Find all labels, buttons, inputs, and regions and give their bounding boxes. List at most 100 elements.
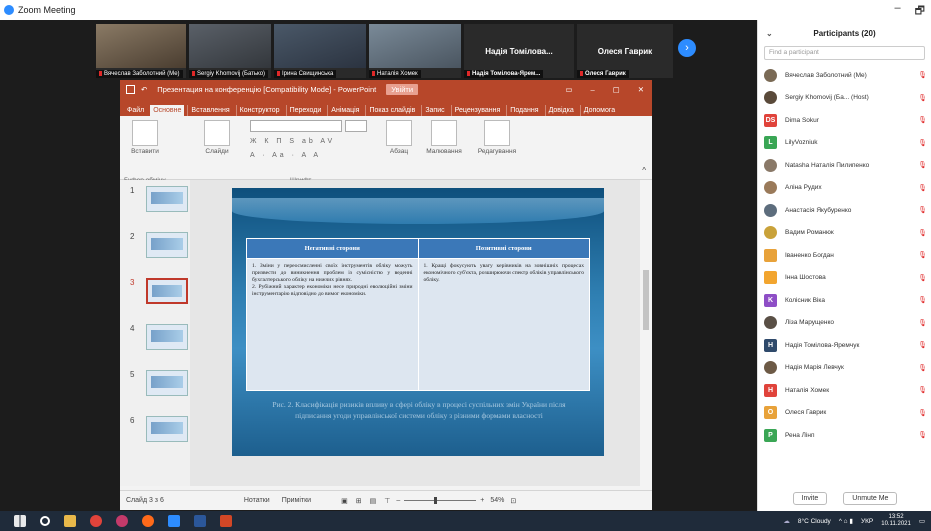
tab-review[interactable]: Рецензування [450,105,504,116]
slideshow-icon[interactable]: ⊤ [384,497,390,505]
zoom-out-icon[interactable]: – [396,497,400,504]
find-icon[interactable] [484,120,510,146]
video-tile[interactable]: Наталія Хомек [369,24,461,78]
zoom-taskbar-icon[interactable] [168,515,180,527]
next-page-icon[interactable]: › [678,39,696,57]
comments-button[interactable]: Примітки [282,497,311,504]
current-slide[interactable]: Негативні сторони Позитивні сторони 1. З… [232,188,604,456]
reading-view-icon[interactable]: ▤ [370,497,377,505]
participant-row[interactable]: Вадим Романюк 🎙 [758,222,931,245]
participant-row[interactable]: Sergiy Khomovij (Ба... (Host) 🎙 [758,87,931,110]
video-tile[interactable]: Ірина Свищинська [274,24,366,78]
tab-record[interactable]: Запис [421,105,447,116]
tab-view[interactable]: Подання [506,105,541,116]
save-icon[interactable] [126,85,135,94]
file-explorer-icon[interactable] [64,515,76,527]
participant-row[interactable]: Ліза Марущенко 🎙 [758,312,931,335]
participant-video [96,24,186,68]
video-tile[interactable]: Вячеслав Заболотний (Ме) [96,24,186,78]
fit-slide-icon[interactable]: ⊡ [510,497,516,505]
participant-row[interactable]: Інна Шостова 🎙 [758,267,931,290]
tab-transitions[interactable]: Переходи [285,105,325,116]
paragraph-icon[interactable] [386,120,412,146]
format-buttons[interactable]: Ж К П S ab AV [250,138,335,145]
slide-table[interactable]: Негативні сторони Позитивні сторони 1. З… [246,238,590,391]
editing-group[interactable]: Редагування [472,120,522,155]
restore-icon[interactable]: ▢ [613,85,620,94]
format-buttons-2[interactable]: A · Aa · A A [250,152,321,159]
shapes-icon[interactable] [431,120,457,146]
participant-row[interactable]: Вячеслав Заболотний (Me) 🎙 [758,64,931,87]
drawing-group[interactable]: Малювання [422,120,466,155]
paste-group[interactable]: Вставити [128,120,162,155]
paragraph-group[interactable]: Абзац [382,120,416,155]
collapse-chevron-icon[interactable]: ⌄ [766,29,773,38]
tab-design[interactable]: Конструктор [235,105,283,116]
font-name-select[interactable] [250,120,342,132]
close-icon[interactable]: ✕ [638,85,644,94]
tab-file[interactable]: Файл [124,105,147,116]
video-tile[interactable]: Олеся Гаврик Олеся Гаврик [577,24,673,78]
video-tile[interactable]: Надія Томілова... Надія Томілова-Ярем... [464,24,574,78]
tab-slideshow[interactable]: Показ слайдів [365,105,418,116]
powerpoint-icon[interactable] [220,515,232,527]
normal-view-icon[interactable]: ▣ [341,497,348,505]
participant-row[interactable]: Іваненко Богдан 🎙 [758,244,931,267]
avatar [764,91,777,105]
participant-row[interactable]: K Колісник Віка 🎙 [758,289,931,312]
word-icon[interactable] [194,515,206,527]
search-icon[interactable] [40,516,50,526]
participant-row[interactable]: P Рена Лінп 🎙 [758,424,931,447]
minimize-icon[interactable]: – [590,85,594,94]
participant-search-input[interactable]: Find a participant [764,46,925,60]
tab-animations[interactable]: Анімація [327,105,362,116]
clock[interactable]: 13:52 10.11.2021 [881,514,911,527]
video-tile[interactable]: Sergiy Khomovij (Батько) [189,24,271,78]
tab-tell-me[interactable]: Допомога [579,105,618,116]
minimize-button[interactable]: – [895,2,901,21]
unmute-me-button[interactable]: Unmute Me [843,492,898,505]
notes-button[interactable]: Нотатки [244,497,270,504]
language-indicator[interactable]: УКР [861,518,873,525]
participant-row[interactable]: Анастасія Якубуренко 🎙 [758,199,931,222]
signin-button[interactable]: Увійти [386,84,419,95]
invite-button[interactable]: Invite [792,492,828,505]
browser-icon[interactable] [116,515,128,527]
font-size-select[interactable] [345,120,367,132]
participant-row[interactable]: DS Dima Sokur 🎙 [758,109,931,132]
tab-home[interactable]: Основне [150,105,185,116]
zoom-level[interactable]: 54% [490,497,504,504]
zoom-slider[interactable] [404,497,477,504]
weather-icon[interactable]: ☁ [783,517,790,525]
maximize-button[interactable]: 🗗 [915,2,925,21]
participant-row[interactable]: Надія Марія Левчук 🎙 [758,357,931,380]
participant-name: Інна Шостова [785,274,826,282]
scroll-thumb[interactable] [643,270,649,330]
chrome-icon[interactable] [90,515,102,527]
collapse-ribbon-icon[interactable]: ^ [642,166,646,175]
tab-insert[interactable]: Вставлення [187,105,232,116]
weather-text[interactable]: 8°C Cloudy [798,518,831,525]
tab-help[interactable]: Довідка [544,105,577,116]
participant-row[interactable]: O Олеся Гаврик 🎙 [758,402,931,425]
start-icon[interactable] [14,515,26,527]
ribbon-display-icon[interactable]: ▭ [565,85,572,94]
paste-icon[interactable] [132,120,158,146]
participant-name: Олеся Гаврик [785,409,827,417]
thumbnail-image [146,278,188,304]
notifications-icon[interactable]: ▭ [919,517,925,525]
vertical-scrollbar[interactable] [640,180,652,486]
participant-row[interactable]: H Надія Томілова-Яремчук 🎙 [758,334,931,357]
participant-row[interactable]: Аліна Рудих 🎙 [758,177,931,200]
sorter-view-icon[interactable]: ⊞ [356,497,362,505]
participant-row[interactable]: H Наталія Хомек 🎙 [758,379,931,402]
participant-row[interactable]: L LilyVozniuk 🎙 [758,132,931,155]
zoom-in-icon[interactable]: + [480,497,484,504]
slides-group[interactable]: Слайди [200,120,234,155]
new-slide-icon[interactable] [204,120,230,146]
tray-icons[interactable]: ^ ⌂ ▮ [839,517,853,525]
avatar: DS [764,113,777,127]
participant-row[interactable]: Natasha Наталія Пилипенко 🎙 [758,154,931,177]
firefox-icon[interactable] [142,515,154,527]
undo-icon[interactable]: ↶ [141,85,147,94]
